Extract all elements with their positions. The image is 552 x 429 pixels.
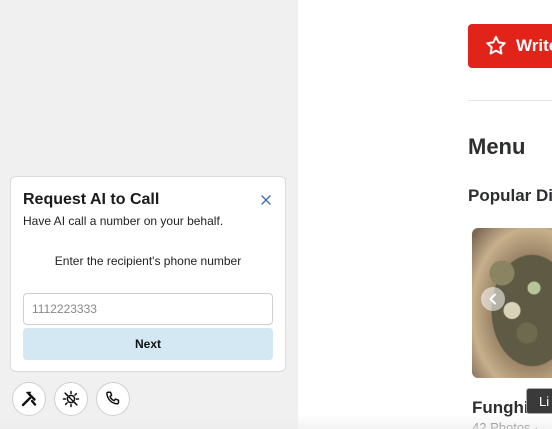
write-review-button[interactable]: Write: [468, 24, 552, 68]
star-icon: [486, 35, 506, 55]
brightness-button[interactable]: [54, 382, 88, 416]
phone-prompt: Enter the recipient's phone number: [54, 254, 242, 268]
ai-call-dialog: Request AI to Call Have AI call a number…: [10, 176, 286, 372]
write-review-label: Write: [516, 36, 552, 55]
next-button[interactable]: Next: [23, 328, 273, 360]
brightness-icon: [62, 390, 80, 408]
dialog-title: Request AI to Call: [23, 191, 160, 208]
menu-heading: Menu: [468, 134, 526, 159]
popular-dishes-heading: Popular Dis: [468, 186, 552, 205]
phone-icon: [106, 391, 120, 405]
section-divider: [468, 100, 552, 101]
tooltip: Li: [526, 388, 552, 414]
dialog-subtitle: Have AI call a number on your behalf.: [23, 214, 224, 228]
tools-button[interactable]: [12, 382, 46, 416]
tools-icon: [21, 391, 37, 407]
carousel-prev-button[interactable]: [481, 287, 505, 311]
restaurant-page: Write Menu Popular Dis Funghi 42 Photos …: [298, 0, 552, 429]
dish-meta: 42 Photos ·: [472, 420, 539, 429]
call-button[interactable]: [96, 382, 130, 416]
dish-name[interactable]: Funghi: [472, 398, 529, 418]
chevron-left-icon: [489, 293, 496, 305]
phone-number-input[interactable]: [23, 293, 273, 325]
close-icon[interactable]: [259, 193, 273, 207]
